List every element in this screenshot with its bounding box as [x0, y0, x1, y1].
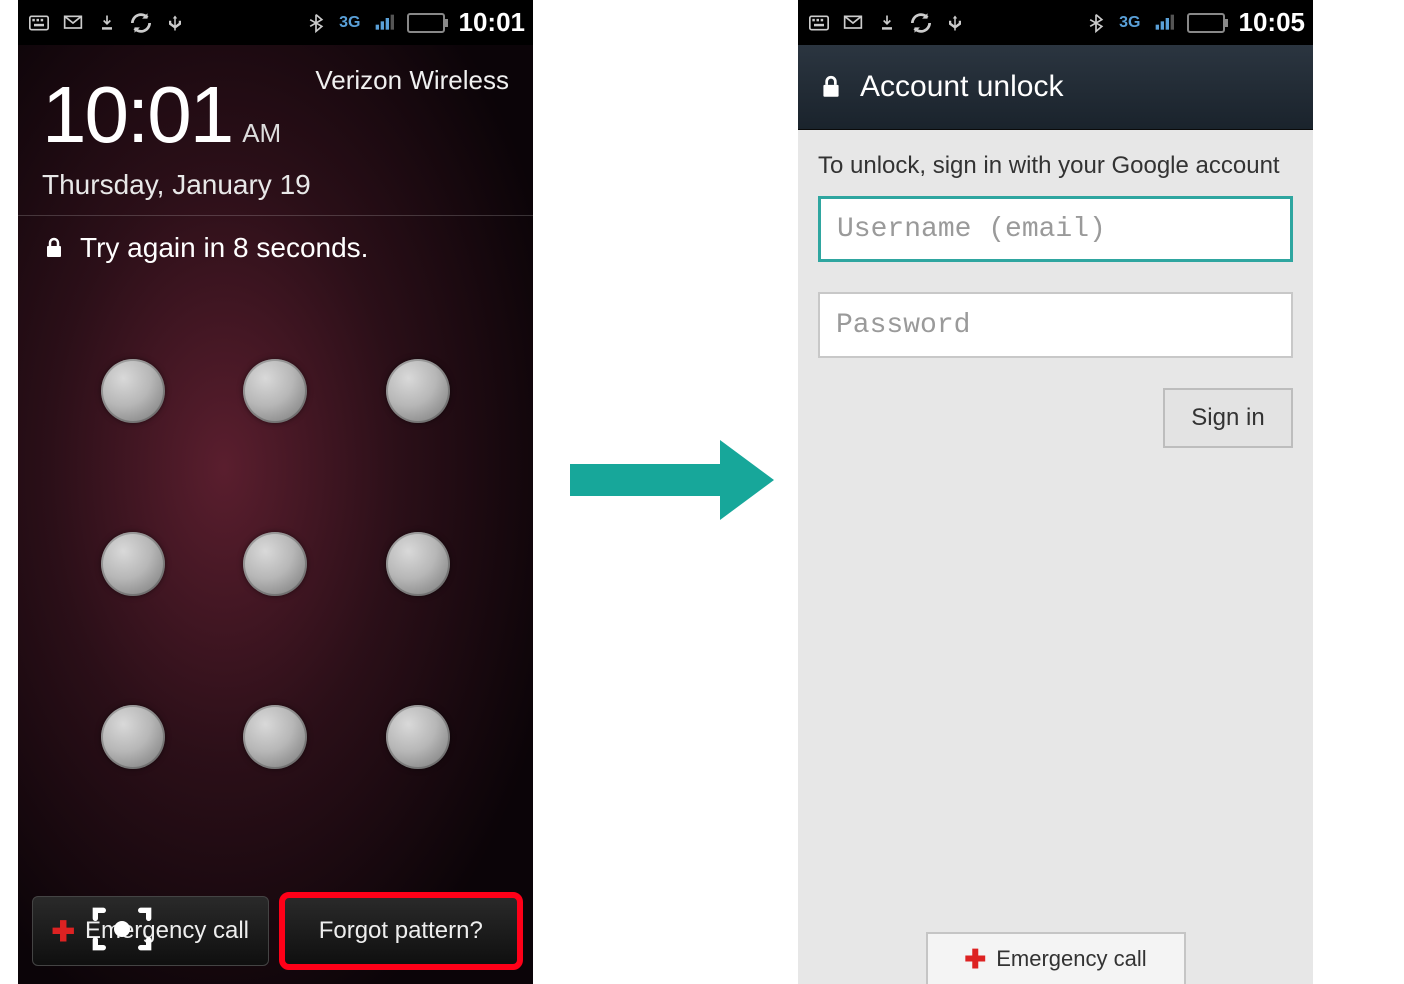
pattern-dot[interactable] — [101, 359, 165, 423]
carrier-label: Verizon Wireless — [315, 65, 509, 96]
instruction-text: To unlock, sign in with your Google acco… — [798, 130, 1313, 196]
clock-time: 10:01 — [42, 69, 232, 161]
keyboard-icon — [806, 10, 832, 36]
emergency-call-button[interactable]: ✚ Emergency call — [32, 896, 269, 966]
flow-arrow-icon — [570, 440, 780, 520]
medical-cross-icon: ✚ — [51, 915, 74, 948]
medical-cross-icon: ✚ — [964, 944, 986, 975]
signal-icon — [1151, 10, 1177, 36]
lock-screen-body: Verizon Wireless 10:01 AM Thursday, Janu… — [18, 45, 533, 984]
emergency-call-button[interactable]: ✚ Emergency call — [926, 932, 1186, 984]
battery-icon — [407, 13, 445, 33]
usb-icon — [162, 10, 188, 36]
status-time: 10:05 — [1239, 7, 1306, 38]
signal-icon — [371, 10, 397, 36]
download-icon — [874, 10, 900, 36]
battery-icon — [1187, 13, 1225, 33]
emergency-call-label: Emergency call — [85, 917, 249, 945]
date-label: Thursday, January 19 — [42, 169, 509, 215]
password-input[interactable]: Password — [818, 292, 1293, 358]
network-type-label: 3G — [339, 14, 360, 32]
clock-ampm: AM — [242, 118, 281, 159]
pattern-dot[interactable] — [243, 359, 307, 423]
pattern-dot[interactable] — [386, 359, 450, 423]
signin-button[interactable]: Sign in — [1163, 388, 1293, 448]
title-label: Account unlock — [860, 70, 1063, 104]
keyboard-icon — [26, 10, 52, 36]
lockout-row: Try again in 8 seconds. — [42, 232, 509, 264]
download-icon — [94, 10, 120, 36]
status-time: 10:01 — [459, 7, 526, 38]
usb-icon — [942, 10, 968, 36]
sync-icon — [128, 10, 154, 36]
forgot-pattern-label: Forgot pattern? — [319, 917, 483, 945]
title-bar: Account unlock — [798, 45, 1313, 130]
pattern-dot[interactable] — [386, 705, 450, 769]
bluetooth-icon — [303, 10, 329, 36]
pattern-dot[interactable] — [386, 532, 450, 596]
password-placeholder: Password — [836, 310, 970, 341]
pattern-dot[interactable] — [101, 532, 165, 596]
username-input[interactable]: Username (email) — [818, 196, 1293, 262]
mail-icon — [60, 10, 86, 36]
bluetooth-icon — [1083, 10, 1109, 36]
status-bar: 3G 10:01 — [18, 0, 533, 45]
pattern-dot[interactable] — [243, 532, 307, 596]
username-placeholder: Username (email) — [837, 214, 1106, 245]
account-unlock-phone: 3G 10:05 Account unlock To unlock, sign … — [798, 0, 1313, 984]
sync-icon — [908, 10, 934, 36]
status-bar: 3G 10:05 — [798, 0, 1313, 45]
signin-label: Sign in — [1191, 404, 1264, 432]
lockout-message: Try again in 8 seconds. — [80, 232, 368, 264]
divider — [18, 215, 533, 216]
mail-icon — [840, 10, 866, 36]
pattern-grid[interactable] — [42, 304, 509, 824]
network-type-label: 3G — [1119, 14, 1140, 32]
emergency-call-label: Emergency call — [996, 946, 1146, 972]
lock-screen-phone: 3G 10:01 Verizon Wireless 10:01 AM Thurs… — [18, 0, 533, 984]
account-unlock-body: Account unlock To unlock, sign in with y… — [798, 45, 1313, 984]
pattern-dot[interactable] — [101, 705, 165, 769]
lock-icon — [818, 74, 844, 100]
lock-icon — [42, 236, 66, 260]
forgot-pattern-button[interactable]: Forgot pattern? — [283, 896, 520, 966]
pattern-dot[interactable] — [243, 705, 307, 769]
